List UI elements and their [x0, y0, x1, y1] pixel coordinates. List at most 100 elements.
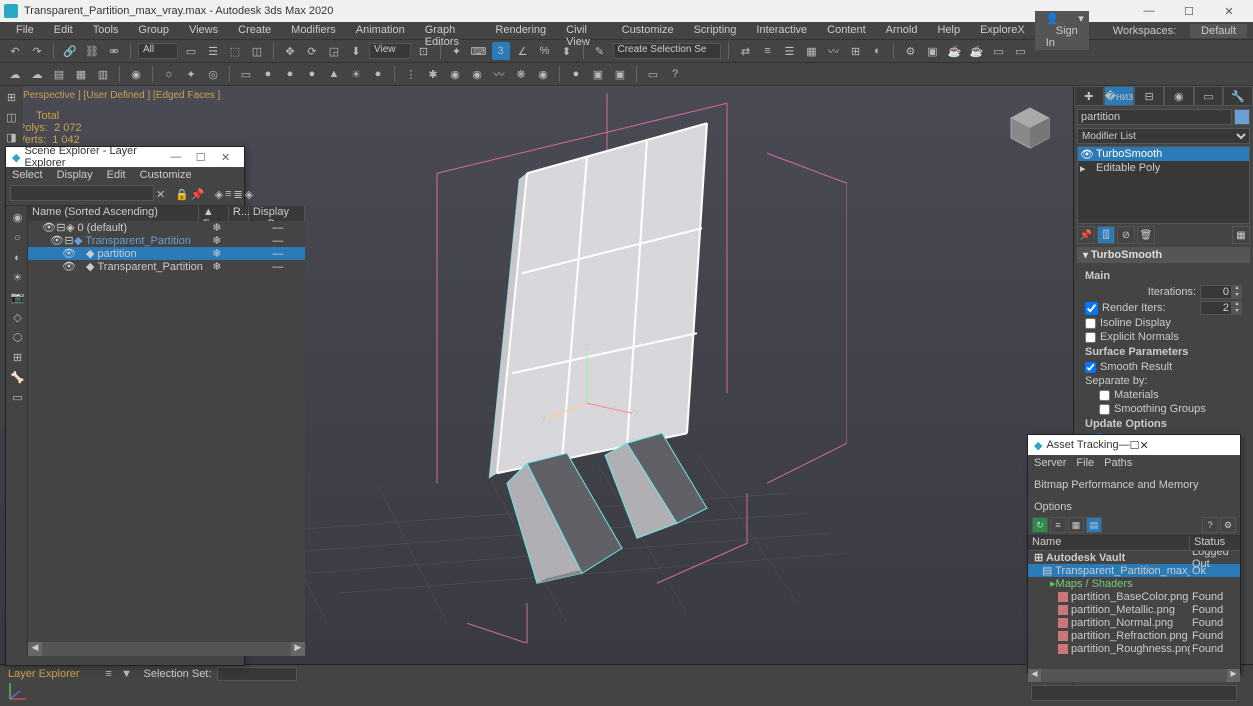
lt-3[interactable]: ◨ [2, 128, 21, 147]
menu-graph-editors[interactable]: Graph Editors [415, 24, 486, 37]
tb2-19[interactable]: ◉ [446, 65, 464, 83]
tb2-14[interactable]: ▲ [325, 65, 343, 83]
at-menu-server[interactable]: Server [1034, 457, 1066, 469]
scale-button[interactable]: ◲ [325, 42, 343, 60]
se-b1[interactable]: ◈ [215, 185, 223, 203]
se-minimize[interactable]: — [163, 151, 188, 163]
menu-views[interactable]: Views [179, 24, 228, 37]
placement-button[interactable]: ⬇ [347, 42, 365, 60]
help-icon[interactable]: ? [666, 65, 684, 83]
at-b5[interactable]: ? [1202, 517, 1218, 533]
pin-stack-button[interactable]: 📌 [1077, 226, 1095, 244]
link-button[interactable]: 🔗 [61, 42, 79, 60]
at-path-input[interactable] [1031, 685, 1237, 701]
tb2-4[interactable]: ▦ [72, 65, 90, 83]
named-selection-set[interactable]: Create Selection Se [613, 43, 722, 59]
tb2-2[interactable]: ☁ [28, 65, 46, 83]
tree-row[interactable]: 👁⊟◈ 0 (default)❄— [28, 221, 305, 234]
se-filter-1[interactable]: ◉ [8, 208, 27, 227]
at-b4[interactable]: ▤ [1086, 517, 1102, 533]
unlink-button[interactable]: ⛓ [83, 42, 101, 60]
edit-named-sel-button[interactable]: ✎ [591, 42, 609, 60]
remove-modifier-button[interactable]: 🗑 [1137, 226, 1155, 244]
se-filter-3[interactable]: ◐ [8, 248, 27, 267]
sb-b2[interactable]: ▼ [118, 665, 136, 683]
tb2-13[interactable]: ● [303, 65, 321, 83]
align-button[interactable]: ≡ [758, 42, 776, 60]
menu-modifiers[interactable]: Modifiers [281, 24, 346, 37]
pivot-button[interactable]: ⊡ [415, 42, 433, 60]
render-button[interactable]: ☕ [945, 42, 963, 60]
tb2-12[interactable]: ● [281, 65, 299, 83]
render2-button[interactable]: ☕ [967, 42, 985, 60]
viewport-label[interactable]: [+] [Perspective ] [User Defined ] [Edge… [6, 90, 220, 101]
display-tab[interactable]: ▭ [1194, 86, 1224, 106]
iterations-spinner[interactable]: ▴▾ [1232, 285, 1242, 299]
se-filter-8[interactable]: ⊞ [8, 348, 27, 367]
lt-2[interactable]: ◫ [2, 108, 21, 127]
tb2-3[interactable]: ▤ [50, 65, 68, 83]
utilities-tab[interactable]: 🔧 [1223, 86, 1253, 106]
asset-list[interactable]: ⊞ Autodesk VaultLogged Out▤ Transparent_… [1028, 551, 1240, 669]
at-b3[interactable]: ▦ [1068, 517, 1084, 533]
materials-check[interactable] [1099, 390, 1110, 401]
viewcube[interactable] [1003, 100, 1057, 154]
scene-explorer-window[interactable]: ◆ Scene Explorer - Layer Explorer — ☐ ✕ … [5, 146, 245, 666]
selection-set-combo[interactable] [217, 667, 297, 681]
undo-button[interactable]: ↶ [6, 42, 24, 60]
se-filter-9[interactable]: 🦴 [8, 368, 27, 387]
tb2-7[interactable]: ☼ [160, 65, 178, 83]
asset-row[interactable]: partition_Roughness.pngFound [1028, 642, 1240, 655]
redo-button[interactable]: ↷ [28, 42, 46, 60]
explicit-normals-check[interactable] [1085, 332, 1096, 343]
menu-tools[interactable]: Tools [83, 24, 129, 37]
maximize-button[interactable]: ☐ [1169, 0, 1209, 22]
object-color-swatch[interactable] [1234, 109, 1250, 125]
modifier-stack[interactable]: 👁TurboSmooth ▸Editable Poly [1077, 146, 1250, 224]
rotate-button[interactable]: ⟳ [303, 42, 321, 60]
spinner-snap-button[interactable]: ⬍ [558, 42, 576, 60]
se-search-input[interactable] [10, 185, 154, 201]
se-clear-search[interactable]: ✕ [156, 185, 165, 203]
reference-coord[interactable]: View [369, 43, 411, 59]
curve-editor-button[interactable]: 〰 [824, 42, 842, 60]
asset-row[interactable]: ⊞ Autodesk VaultLogged Out [1028, 551, 1240, 564]
at-menu-options[interactable]: Options [1034, 501, 1072, 513]
menu-explorex[interactable]: ExploreX [970, 24, 1035, 37]
tb2-5[interactable]: ▥ [94, 65, 112, 83]
menu-file[interactable]: File [6, 24, 44, 37]
se-filter-4[interactable]: ☀ [8, 268, 27, 287]
asset-row[interactable]: partition_BaseColor.pngFound [1028, 590, 1240, 603]
material-editor-button[interactable]: ◐ [868, 42, 886, 60]
modify-tab[interactable]: �низ [1104, 86, 1135, 106]
make-unique-button[interactable]: ⊘ [1117, 226, 1135, 244]
sb-b1[interactable]: ≡ [100, 665, 118, 683]
bind-button[interactable]: ⚮ [105, 42, 123, 60]
render-iters-spinner[interactable]: ▴▾ [1232, 301, 1242, 315]
menu-civil-view[interactable]: Civil View [556, 24, 611, 37]
at-menu-bitmap[interactable]: Bitmap Performance and Memory [1034, 479, 1198, 491]
se-filter-2[interactable]: ○ [8, 228, 27, 247]
se-menu-customize[interactable]: Customize [140, 169, 192, 181]
show-end-result-button[interactable]: ⫿⫿ [1097, 226, 1115, 244]
render-iters-check[interactable] [1085, 302, 1098, 315]
select-region-button[interactable]: ⬚ [226, 42, 244, 60]
se-col-frozen[interactable]: ▲ Fr... [199, 206, 229, 221]
menu-group[interactable]: Group [128, 24, 179, 37]
modifier-list-dropdown[interactable]: Modifier List [1077, 128, 1250, 144]
lt-1[interactable]: ⊞ [2, 88, 21, 107]
tb2-15[interactable]: ☀ [347, 65, 365, 83]
menu-customize[interactable]: Customize [612, 24, 684, 37]
object-name-input[interactable] [1077, 109, 1232, 125]
schematic-view-button[interactable]: ⊞ [846, 42, 864, 60]
snap-toggle-button[interactable]: 3 [492, 42, 510, 60]
tb2-21[interactable]: 〰 [490, 65, 508, 83]
tb2-1[interactable]: ☁ [6, 65, 24, 83]
se-close[interactable]: ✕ [213, 151, 238, 164]
smooth-result-check[interactable] [1085, 362, 1096, 373]
asset-tracking-window[interactable]: ◆ Asset Tracking — ☐ ✕ Server File Paths… [1027, 434, 1241, 674]
percent-snap-button[interactable]: % [536, 42, 554, 60]
tb2-27[interactable]: ▭ [644, 65, 662, 83]
configure-sets-button[interactable]: ▦ [1232, 226, 1250, 244]
menu-arnold[interactable]: Arnold [876, 24, 928, 37]
